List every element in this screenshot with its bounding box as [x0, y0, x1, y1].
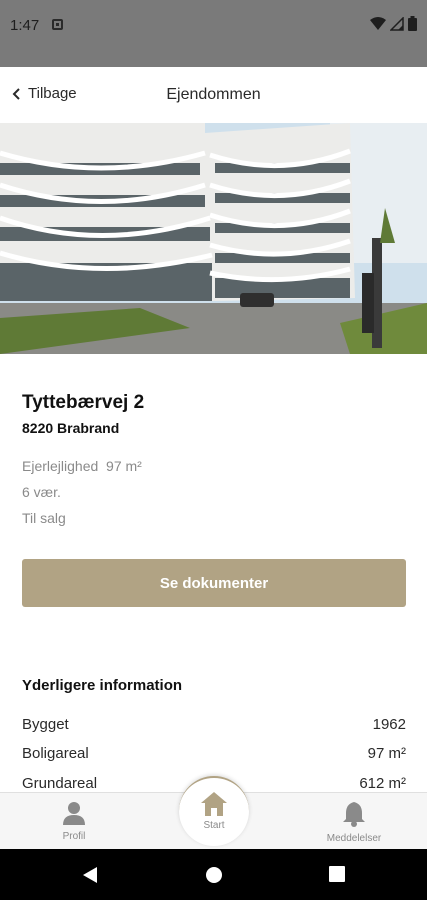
documents-button[interactable]: Se dokumenter: [22, 559, 406, 607]
page-title: Ejendommen: [166, 86, 261, 103]
home-icon: [201, 792, 227, 816]
nav-start-label: Start: [203, 820, 225, 831]
recents-square-icon[interactable]: [329, 866, 345, 882]
info-row-built: Bygget 1962: [22, 716, 406, 733]
nav-start[interactable]: Start: [179, 776, 249, 846]
wifi-icon: [370, 16, 386, 30]
property-photo: [0, 123, 427, 354]
info-title: Yderligere information: [22, 677, 183, 694]
header: Tilbage Ejendommen: [0, 67, 427, 123]
signal-icon: [390, 16, 404, 31]
property-details: Tyttebærvej 2 8220 Brabrand Ejerlejlighe…: [22, 354, 406, 792]
status-time: 1:47: [10, 17, 40, 34]
system-nav-bar: [0, 849, 427, 900]
info-value: 97 m²: [367, 745, 406, 762]
info-label: Boligareal: [22, 745, 89, 762]
property-address: Tyttebærvej 2: [22, 392, 145, 413]
nav-notifications[interactable]: Meddelelser: [314, 801, 394, 844]
battery-icon: [408, 16, 417, 31]
info-value: 1962: [372, 716, 406, 733]
nav-profile-label: Profil: [62, 831, 86, 842]
property-city: 8220 Brabrand: [22, 420, 120, 436]
back-triangle-icon[interactable]: [82, 866, 98, 884]
home-circle-icon[interactable]: [205, 866, 223, 884]
notification-icon: [52, 19, 63, 30]
info-row-living-area: Boligareal 97 m²: [22, 745, 406, 762]
info-value: 612 m²: [359, 775, 406, 792]
property-type-size: Ejerlejlighed 97 m²: [22, 458, 142, 474]
info-label: Bygget: [22, 716, 69, 733]
status-bar: 1:47: [0, 0, 427, 67]
property-status: Til salg: [22, 510, 66, 526]
status-icons: [370, 16, 417, 31]
bell-icon: [343, 802, 365, 827]
property-rooms: 6 vær.: [22, 484, 61, 500]
nav-notifications-label: Meddelelser: [326, 833, 382, 844]
nav-profile[interactable]: Profil: [44, 801, 104, 842]
info-label: Grundareal: [22, 775, 98, 792]
bottom-nav: Profil Start Meddelelser: [0, 776, 427, 850]
person-icon: [63, 802, 85, 825]
